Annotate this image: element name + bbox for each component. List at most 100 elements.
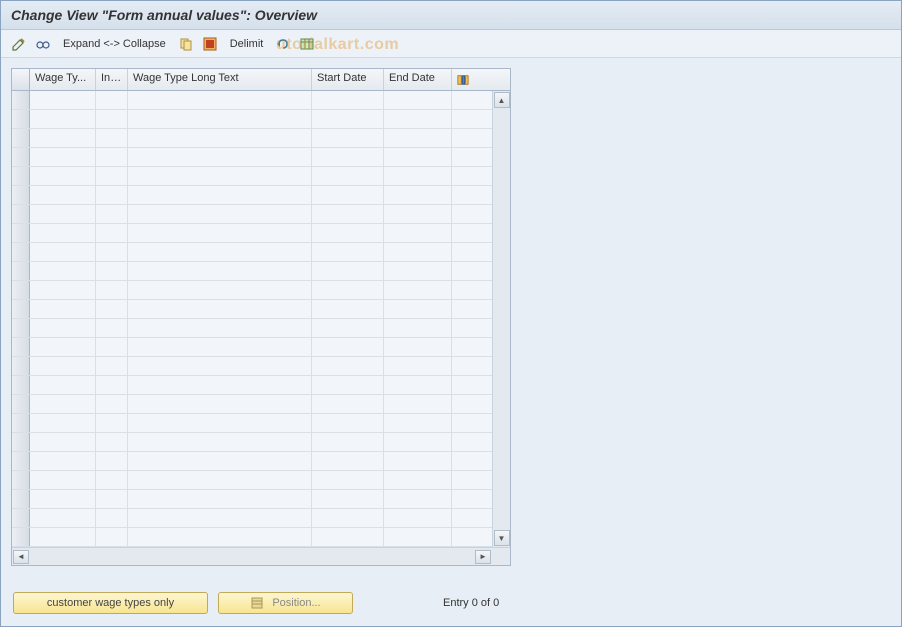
cell-end-date[interactable] — [384, 110, 452, 128]
row-selector[interactable] — [12, 357, 30, 375]
cell-end-date[interactable] — [384, 243, 452, 261]
cell-start-date[interactable] — [312, 224, 384, 242]
cell-start-date[interactable] — [312, 490, 384, 508]
cell-wage-type[interactable] — [30, 490, 96, 508]
cell-inf[interactable] — [96, 224, 128, 242]
row-selector[interactable] — [12, 281, 30, 299]
cell-inf[interactable] — [96, 148, 128, 166]
cell-end-date[interactable] — [384, 471, 452, 489]
row-selector[interactable] — [12, 110, 30, 128]
cell-start-date[interactable] — [312, 91, 384, 109]
cell-wage-type[interactable] — [30, 186, 96, 204]
cell-start-date[interactable] — [312, 471, 384, 489]
cell-long-text[interactable] — [128, 471, 312, 489]
row-selector[interactable] — [12, 414, 30, 432]
cell-end-date[interactable] — [384, 490, 452, 508]
cell-wage-type[interactable] — [30, 148, 96, 166]
cell-wage-type[interactable] — [30, 167, 96, 185]
cell-wage-type[interactable] — [30, 452, 96, 470]
cell-start-date[interactable] — [312, 129, 384, 147]
col-header-start-date[interactable]: Start Date — [312, 69, 384, 90]
cell-inf[interactable] — [96, 509, 128, 527]
vertical-scrollbar[interactable]: ▲ ▼ — [492, 91, 510, 547]
delimit-button[interactable]: Delimit — [224, 36, 270, 52]
col-header-inf[interactable]: Inf... — [96, 69, 128, 90]
cell-inf[interactable] — [96, 186, 128, 204]
cell-start-date[interactable] — [312, 243, 384, 261]
scroll-up-icon[interactable]: ▲ — [494, 92, 510, 108]
cell-start-date[interactable] — [312, 205, 384, 223]
select-all-icon[interactable] — [200, 34, 220, 54]
cell-long-text[interactable] — [128, 205, 312, 223]
table-settings-icon[interactable] — [297, 34, 317, 54]
scroll-left-icon[interactable]: ◄ — [13, 550, 29, 564]
cell-start-date[interactable] — [312, 148, 384, 166]
cell-wage-type[interactable] — [30, 110, 96, 128]
cell-wage-type[interactable] — [30, 319, 96, 337]
cell-end-date[interactable] — [384, 129, 452, 147]
cell-long-text[interactable] — [128, 433, 312, 451]
cell-long-text[interactable] — [128, 338, 312, 356]
cell-long-text[interactable] — [128, 129, 312, 147]
cell-long-text[interactable] — [128, 319, 312, 337]
table-config-icon[interactable] — [452, 69, 474, 90]
row-selector[interactable] — [12, 300, 30, 318]
cell-wage-type[interactable] — [30, 509, 96, 527]
scroll-right-icon[interactable]: ► — [475, 550, 491, 564]
cell-inf[interactable] — [96, 376, 128, 394]
cell-long-text[interactable] — [128, 186, 312, 204]
cell-long-text[interactable] — [128, 110, 312, 128]
cell-long-text[interactable] — [128, 91, 312, 109]
cell-long-text[interactable] — [128, 357, 312, 375]
cell-end-date[interactable] — [384, 148, 452, 166]
col-header-wage-type[interactable]: Wage Ty... — [30, 69, 96, 90]
cell-wage-type[interactable] — [30, 243, 96, 261]
row-selector[interactable] — [12, 186, 30, 204]
cell-long-text[interactable] — [128, 490, 312, 508]
cell-inf[interactable] — [96, 281, 128, 299]
cell-end-date[interactable] — [384, 262, 452, 280]
row-selector[interactable] — [12, 528, 30, 546]
cell-long-text[interactable] — [128, 281, 312, 299]
expand-collapse-button[interactable]: Expand <-> Collapse — [57, 36, 172, 52]
cell-wage-type[interactable] — [30, 338, 96, 356]
pencil-toggle-icon[interactable] — [9, 34, 29, 54]
horizontal-scrollbar[interactable]: ◄ ► — [12, 547, 510, 565]
cell-wage-type[interactable] — [30, 224, 96, 242]
row-selector[interactable] — [12, 509, 30, 527]
cell-inf[interactable] — [96, 262, 128, 280]
cell-inf[interactable] — [96, 167, 128, 185]
cell-end-date[interactable] — [384, 91, 452, 109]
row-selector[interactable] — [12, 338, 30, 356]
cell-wage-type[interactable] — [30, 357, 96, 375]
row-selector[interactable] — [12, 395, 30, 413]
cell-long-text[interactable] — [128, 148, 312, 166]
cell-start-date[interactable] — [312, 300, 384, 318]
cell-inf[interactable] — [96, 395, 128, 413]
cell-start-date[interactable] — [312, 433, 384, 451]
cell-end-date[interactable] — [384, 509, 452, 527]
cell-end-date[interactable] — [384, 205, 452, 223]
row-selector[interactable] — [12, 224, 30, 242]
cell-long-text[interactable] — [128, 414, 312, 432]
row-selector[interactable] — [12, 167, 30, 185]
cell-wage-type[interactable] — [30, 414, 96, 432]
scroll-down-icon[interactable]: ▼ — [494, 530, 510, 546]
cell-wage-type[interactable] — [30, 300, 96, 318]
cell-inf[interactable] — [96, 110, 128, 128]
cell-wage-type[interactable] — [30, 91, 96, 109]
cell-start-date[interactable] — [312, 281, 384, 299]
cell-inf[interactable] — [96, 243, 128, 261]
cell-end-date[interactable] — [384, 528, 452, 546]
row-selector[interactable] — [12, 262, 30, 280]
customer-wage-types-button[interactable]: customer wage types only — [13, 592, 208, 614]
cell-start-date[interactable] — [312, 357, 384, 375]
row-selector[interactable] — [12, 452, 30, 470]
row-selector[interactable] — [12, 205, 30, 223]
cell-end-date[interactable] — [384, 281, 452, 299]
cell-inf[interactable] — [96, 471, 128, 489]
cell-inf[interactable] — [96, 300, 128, 318]
cell-wage-type[interactable] — [30, 528, 96, 546]
glasses-icon[interactable] — [33, 34, 53, 54]
row-selector[interactable] — [12, 433, 30, 451]
